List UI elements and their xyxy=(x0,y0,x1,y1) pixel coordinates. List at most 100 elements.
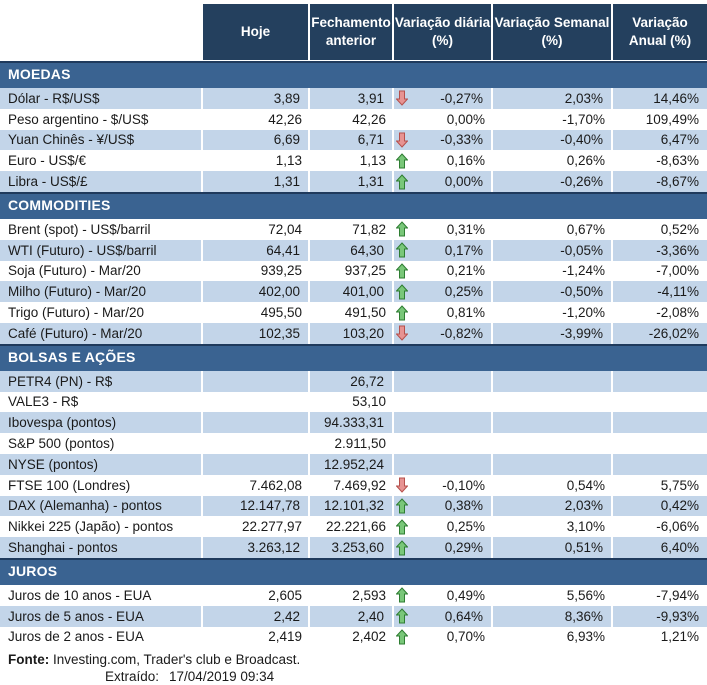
cell-var-anual xyxy=(613,412,707,433)
cell-var-diaria xyxy=(394,412,493,433)
table-row: FTSE 100 (Londres)7.462,087.469,92-0,10%… xyxy=(0,475,707,496)
cell-var-anual: 1,21% xyxy=(613,627,707,648)
cell-var-anual: -26,02% xyxy=(613,323,707,344)
cell-var-diaria: 0,16% xyxy=(394,150,493,171)
cell-var-anual: 5,75% xyxy=(613,475,707,496)
row-label: Trigo (Futuro) - Mar/20 xyxy=(0,302,203,323)
cell-fechamento: 42,26 xyxy=(310,109,394,130)
cell-hoje: 402,00 xyxy=(203,281,310,302)
column-header-line: Hoje xyxy=(241,23,270,41)
var-diaria-value: 0,31% xyxy=(447,222,485,237)
market-summary-page: { "table": { "columns": [ {"id": "hoje",… xyxy=(0,0,707,684)
column-header-line: anterior xyxy=(326,32,376,50)
cell-var-semanal: 8,36% xyxy=(493,606,613,627)
cell-fechamento: 6,71 xyxy=(310,130,394,151)
up-arrow-icon xyxy=(396,629,409,645)
cell-var-diaria: 0,17% xyxy=(394,240,493,261)
cell-fechamento: 12.101,32 xyxy=(310,496,394,517)
table-row: PETR4 (PN) - R$26,72 xyxy=(0,371,707,392)
var-diaria-value: -0,10% xyxy=(442,478,485,493)
cell-var-diaria: 0,81% xyxy=(394,302,493,323)
cell-fechamento: 3,91 xyxy=(310,88,394,109)
var-diaria-value: 0,70% xyxy=(447,629,485,644)
up-arrow-icon xyxy=(396,519,409,535)
column-header-line: Anual (%) xyxy=(629,32,691,50)
row-label: Yuan Chinês - ¥/US$ xyxy=(0,130,203,151)
down-arrow-icon xyxy=(396,90,409,106)
cell-var-anual: -4,11% xyxy=(613,281,707,302)
cell-fechamento: 103,20 xyxy=(310,323,394,344)
cell-var-anual: -7,00% xyxy=(613,261,707,282)
table-header-row: HojeFechamentoanteriorVariação diária(%)… xyxy=(0,4,707,60)
cell-var-semanal: 2,03% xyxy=(493,496,613,517)
cell-var-semanal: 5,56% xyxy=(493,585,613,606)
cell-var-semanal: 6,93% xyxy=(493,627,613,648)
section-title: BOLSAS E AÇÕES xyxy=(8,349,136,365)
header-spacer xyxy=(0,4,203,60)
cell-var-diaria: -0,10% xyxy=(394,475,493,496)
cell-var-semanal xyxy=(493,412,613,433)
row-label: Euro - US$/€ xyxy=(0,150,203,171)
up-arrow-icon xyxy=(396,305,409,321)
cell-fechamento: 53,10 xyxy=(310,392,394,413)
table-footer: Fonte: Investing.com, Trader's club e Br… xyxy=(0,651,707,685)
cell-hoje: 42,26 xyxy=(203,109,310,130)
up-arrow-icon xyxy=(396,263,409,279)
cell-var-diaria: -0,82% xyxy=(394,323,493,344)
cell-hoje: 495,50 xyxy=(203,302,310,323)
cell-fechamento: 71,82 xyxy=(310,219,394,240)
cell-fechamento: 1,31 xyxy=(310,171,394,192)
var-diaria-value: 0,25% xyxy=(447,519,485,534)
table-row: NYSE (pontos)12.952,24 xyxy=(0,454,707,475)
cell-var-semanal: 0,26% xyxy=(493,150,613,171)
cell-var-anual: -6,06% xyxy=(613,516,707,537)
table-row: Libra - US$/£1,311,310,00%-0,26%-8,67% xyxy=(0,171,707,192)
row-label: Café (Futuro) - Mar/20 xyxy=(0,323,203,344)
up-arrow-icon xyxy=(396,587,409,603)
row-label: Libra - US$/£ xyxy=(0,171,203,192)
section-title: JUROS xyxy=(8,563,57,579)
down-arrow-icon xyxy=(396,477,409,493)
row-label: S&P 500 (pontos) xyxy=(0,433,203,454)
row-label: Juros de 2 anos - EUA xyxy=(0,627,203,648)
row-label: Nikkei 225 (Japão) - pontos xyxy=(0,516,203,537)
table-row: S&P 500 (pontos)2.911,50 xyxy=(0,433,707,454)
cell-fechamento: 64,30 xyxy=(310,240,394,261)
cell-var-diaria: -0,27% xyxy=(394,88,493,109)
up-arrow-icon xyxy=(396,242,409,258)
cell-var-diaria xyxy=(394,392,493,413)
cell-fechamento: 2,593 xyxy=(310,585,394,606)
column-header-var_anual: VariaçãoAnual (%) xyxy=(613,4,707,60)
table-row: Milho (Futuro) - Mar/20402,00401,000,25%… xyxy=(0,281,707,302)
var-diaria-value: -0,82% xyxy=(440,326,483,341)
cell-var-semanal: -0,50% xyxy=(493,281,613,302)
cell-var-diaria: 0,70% xyxy=(394,627,493,648)
cell-var-diaria xyxy=(394,454,493,475)
cell-hoje xyxy=(203,392,310,413)
row-label: FTSE 100 (Londres) xyxy=(0,475,203,496)
section-header: COMMODITIES xyxy=(0,192,707,219)
table-row: Nikkei 225 (Japão) - pontos22.277,9722.2… xyxy=(0,516,707,537)
cell-var-anual: 6,47% xyxy=(613,130,707,151)
cell-var-diaria: 0,31% xyxy=(394,219,493,240)
var-diaria-value: 0,00% xyxy=(447,112,485,127)
table-row: Juros de 10 anos - EUA2,6052,5930,49%5,5… xyxy=(0,585,707,606)
row-label: Soja (Futuro) - Mar/20 xyxy=(0,261,203,282)
table-row: Shanghai - pontos3.263,123.253,600,29%0,… xyxy=(0,537,707,558)
table-row: Peso argentino - $/US$42,2642,260,00%-1,… xyxy=(0,109,707,130)
var-diaria-value: -0,27% xyxy=(440,91,483,106)
up-arrow-icon xyxy=(396,498,409,514)
cell-var-diaria: 0,64% xyxy=(394,606,493,627)
cell-hoje: 102,35 xyxy=(203,323,310,344)
cell-var-diaria: -0,33% xyxy=(394,130,493,151)
table-row: Café (Futuro) - Mar/20102,35103,20 -0,82%… xyxy=(0,323,707,344)
table-row: DAX (Alemanha) - pontos12.147,7812.101,3… xyxy=(0,496,707,517)
table-row: Juros de 2 anos - EUA2,4192,4020,70%6,93… xyxy=(0,627,707,648)
up-arrow-icon xyxy=(396,221,409,237)
table-row: Juros de 5 anos - EUA2,422,400,64%8,36%-… xyxy=(0,606,707,627)
cell-var-semanal: 3,10% xyxy=(493,516,613,537)
cell-fechamento: 401,00 xyxy=(310,281,394,302)
table-row: VALE3 - R$53,10 xyxy=(0,392,707,413)
cell-hoje: 2,605 xyxy=(203,585,310,606)
up-arrow-icon xyxy=(396,540,409,556)
